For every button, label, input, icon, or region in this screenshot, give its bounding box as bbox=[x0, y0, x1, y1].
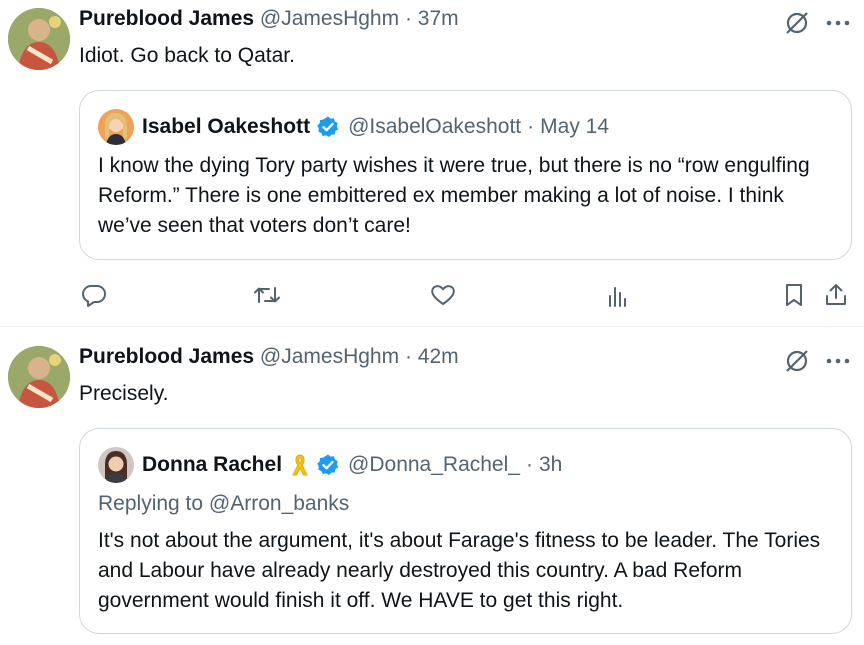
quote-author-handle[interactable]: @IsabelOakeshott bbox=[348, 115, 521, 139]
author-name[interactable]: Pureblood James bbox=[79, 7, 254, 30]
tweet-text: Idiot. Go back to Qatar. bbox=[79, 44, 295, 67]
quote-text: It's not about the argument, it's about … bbox=[98, 529, 821, 612]
quote-author-handle[interactable]: @Donna_Rachel_ bbox=[348, 453, 520, 477]
separator-dot: · bbox=[404, 7, 412, 30]
quote-avatar[interactable] bbox=[98, 447, 134, 483]
quote-timestamp[interactable]: May 14 bbox=[540, 115, 609, 139]
verified-badge-icon bbox=[316, 115, 340, 139]
quote-avatar[interactable] bbox=[98, 109, 134, 145]
more-options-icon[interactable] bbox=[826, 19, 850, 27]
more-options-icon[interactable] bbox=[826, 357, 850, 365]
tweet-top-icons bbox=[784, 10, 850, 36]
author-name[interactable]: Pureblood James bbox=[79, 345, 254, 368]
tweet[interactable]: Pureblood James @JamesHghm · 37m Idiot. … bbox=[0, 0, 864, 325]
retweet-icon[interactable] bbox=[253, 280, 281, 310]
quote-author-name[interactable]: Isabel Oakeshott bbox=[142, 115, 310, 139]
author-handle[interactable]: @JamesHghm bbox=[260, 7, 399, 30]
action-bar bbox=[79, 280, 852, 310]
avatar[interactable] bbox=[8, 346, 70, 408]
quote-text: I know the dying Tory party wishes it we… bbox=[98, 154, 810, 237]
tweet-text: Precisely. bbox=[79, 382, 169, 405]
author-handle[interactable]: @JamesHghm bbox=[260, 345, 399, 368]
tweet-header: Pureblood James @JamesHghm · 37m bbox=[79, 4, 459, 34]
separator-dot: · bbox=[404, 345, 412, 368]
timestamp[interactable]: 42m bbox=[418, 345, 459, 368]
tweet-top-icons bbox=[784, 348, 850, 374]
quote-header: Donna Rachel @Donna_Rachel_ · 3h bbox=[98, 447, 562, 483]
quoted-tweet[interactable]: Donna Rachel @Donna_Rachel_ · 3h Replyin… bbox=[79, 428, 852, 634]
share-icon[interactable] bbox=[824, 280, 848, 310]
quote-header: Isabel Oakeshott @IsabelOakeshott · May … bbox=[98, 109, 609, 145]
views-icon[interactable] bbox=[606, 280, 630, 310]
quoted-tweet[interactable]: Isabel Oakeshott @IsabelOakeshott · May … bbox=[79, 90, 852, 260]
tweet[interactable]: Pureblood James @JamesHghm · 42m Precise… bbox=[0, 338, 864, 645]
replying-to[interactable]: Replying to @Arron_banks bbox=[98, 489, 349, 519]
tweet-divider bbox=[0, 326, 864, 327]
avatar[interactable] bbox=[8, 8, 70, 70]
yellow-ribbon-icon bbox=[290, 452, 310, 478]
quote-timestamp[interactable]: 3h bbox=[539, 453, 562, 477]
like-icon[interactable] bbox=[429, 280, 457, 310]
bookmark-icon[interactable] bbox=[783, 280, 805, 310]
separator-dot: · bbox=[527, 115, 535, 138]
tweet-header: Pureblood James @JamesHghm · 42m bbox=[79, 342, 459, 372]
grok-icon[interactable] bbox=[784, 348, 810, 374]
grok-icon[interactable] bbox=[784, 10, 810, 36]
timestamp[interactable]: 37m bbox=[418, 7, 459, 30]
quote-author-name[interactable]: Donna Rachel bbox=[142, 453, 282, 477]
reply-icon[interactable] bbox=[81, 280, 107, 310]
verified-badge-icon bbox=[316, 453, 340, 477]
separator-dot: · bbox=[525, 453, 533, 476]
